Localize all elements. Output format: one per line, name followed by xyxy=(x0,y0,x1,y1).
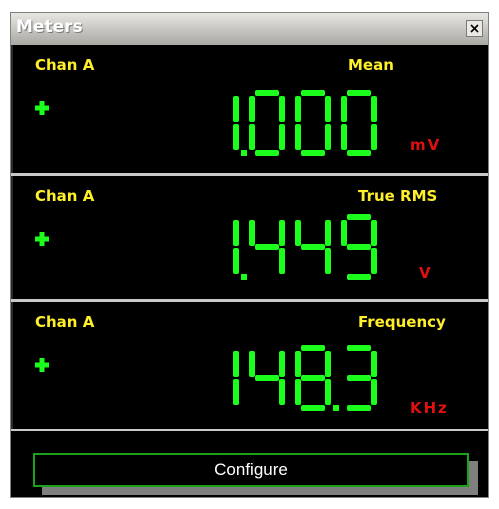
plus-icon xyxy=(35,101,49,115)
lcd-digit xyxy=(341,90,377,156)
lcd-digit xyxy=(295,220,331,274)
lcd-segment xyxy=(371,379,377,405)
lcd-segment xyxy=(325,351,331,377)
meters-window: Meters Chan A Mean mV Chan A True RMS V … xyxy=(10,12,489,498)
meter-display xyxy=(233,345,377,411)
lcd-decimal-point xyxy=(241,150,247,156)
channel-label: Chan A xyxy=(35,56,95,74)
lcd-segment xyxy=(295,124,301,150)
meter-display xyxy=(233,214,377,280)
lcd-decimal-point xyxy=(333,405,339,411)
lcd-segment xyxy=(347,405,371,411)
lcd-segment xyxy=(301,405,325,411)
lcd-digit xyxy=(233,96,239,150)
close-button[interactable] xyxy=(466,20,483,37)
unit-label: mV xyxy=(410,136,442,154)
close-icon xyxy=(470,24,479,33)
lcd-segment xyxy=(249,124,255,150)
lcd-segment xyxy=(341,220,347,246)
lcd-segment xyxy=(295,220,301,246)
lcd-digit xyxy=(341,214,377,280)
lcd-segment xyxy=(233,248,239,274)
lcd-segment xyxy=(347,345,371,351)
lcd-segment xyxy=(249,220,255,246)
lcd-segment xyxy=(301,345,325,351)
meter-display xyxy=(233,90,377,156)
lcd-segment xyxy=(347,90,371,96)
lcd-digit xyxy=(249,220,285,274)
plus-icon xyxy=(35,232,49,246)
lcd-segment xyxy=(347,150,371,156)
lcd-segment xyxy=(347,274,371,280)
lcd-segment xyxy=(233,220,239,246)
lcd-digit xyxy=(249,351,285,405)
lcd-segment xyxy=(233,124,239,150)
lcd-digit xyxy=(295,90,331,156)
lcd-segment xyxy=(255,375,279,381)
lcd-segment xyxy=(325,124,331,150)
measurement-label: Mean xyxy=(348,56,394,74)
lcd-digit xyxy=(347,345,377,411)
lcd-segment xyxy=(347,375,371,381)
lcd-segment xyxy=(255,150,279,156)
lcd-segment xyxy=(279,96,285,122)
window-title: Meters xyxy=(16,17,83,37)
lcd-segment xyxy=(279,351,285,377)
lcd-segment xyxy=(279,248,285,274)
lcd-digit xyxy=(233,351,239,405)
lcd-segment xyxy=(233,351,239,377)
meter-panel-rms: Chan A True RMS V xyxy=(11,176,488,299)
lcd-segment xyxy=(301,150,325,156)
lcd-segment xyxy=(325,220,331,246)
lcd-segment xyxy=(325,96,331,122)
lcd-digit xyxy=(249,90,285,156)
lcd-segment xyxy=(301,375,325,381)
lcd-digit xyxy=(295,345,331,411)
measurement-label: True RMS xyxy=(358,187,438,205)
lcd-segment xyxy=(347,244,371,250)
lcd-segment xyxy=(255,244,279,250)
unit-label: V xyxy=(419,264,433,282)
button-area: Configure xyxy=(11,431,488,497)
lcd-segment xyxy=(371,220,377,246)
measurement-label: Frequency xyxy=(358,313,446,331)
lcd-segment xyxy=(279,379,285,405)
lcd-segment xyxy=(347,214,371,220)
lcd-segment xyxy=(371,248,377,274)
lcd-segment xyxy=(249,351,255,377)
lcd-segment xyxy=(279,124,285,150)
lcd-segment xyxy=(233,96,239,122)
title-bar[interactable]: Meters xyxy=(11,13,488,45)
plus-icon xyxy=(35,358,49,372)
configure-button[interactable]: Configure xyxy=(33,453,469,487)
lcd-segment xyxy=(295,351,301,377)
lcd-segment xyxy=(371,96,377,122)
lcd-segment xyxy=(249,96,255,122)
lcd-segment xyxy=(255,90,279,96)
lcd-segment xyxy=(301,90,325,96)
lcd-segment xyxy=(325,248,331,274)
meter-panel-mean: Chan A Mean mV xyxy=(11,45,488,173)
unit-label: KHz xyxy=(410,399,449,417)
lcd-segment xyxy=(301,244,325,250)
lcd-segment xyxy=(325,379,331,405)
lcd-segment xyxy=(295,96,301,122)
lcd-segment xyxy=(279,220,285,246)
lcd-segment xyxy=(341,124,347,150)
meter-panel-frequency: Chan A Frequency KHz xyxy=(11,302,488,429)
lcd-segment xyxy=(233,379,239,405)
channel-label: Chan A xyxy=(35,313,95,331)
lcd-segment xyxy=(341,96,347,122)
channel-label: Chan A xyxy=(35,187,95,205)
lcd-segment xyxy=(371,124,377,150)
lcd-segment xyxy=(295,379,301,405)
lcd-segment xyxy=(371,351,377,377)
lcd-digit xyxy=(233,220,239,274)
lcd-decimal-point xyxy=(241,274,247,280)
